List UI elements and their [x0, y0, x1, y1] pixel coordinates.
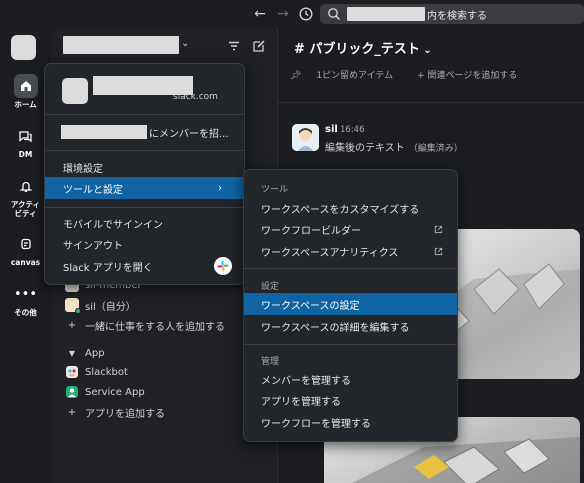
- search-bar[interactable]: 内を検索する: [320, 4, 584, 24]
- back-arrow-icon[interactable]: ←: [251, 5, 269, 23]
- app-section-header[interactable]: ▼ App: [65, 344, 105, 362]
- invite-members-item[interactable]: にメンバーを招...: [45, 121, 244, 143]
- mobile-signin-item[interactable]: モバイルでサインイン: [45, 212, 244, 234]
- add-related-page[interactable]: + 関連ページを追加する: [417, 68, 529, 81]
- service-app-icon: [65, 385, 79, 399]
- divider: [244, 344, 457, 345]
- add-people-link[interactable]: + 一緒に仕事をする人を追加する: [65, 316, 225, 334]
- customize-workspace-item[interactable]: ワークスペースをカスタマイズする: [244, 197, 457, 219]
- rail-label: canvas: [10, 258, 41, 267]
- canvas-icon: [14, 232, 38, 256]
- section-header-tools: ツール: [261, 185, 289, 195]
- avatar[interactable]: [292, 124, 319, 151]
- manage-apps-item[interactable]: アプリを管理する: [244, 389, 457, 411]
- preferences-item[interactable]: 環境設定: [45, 156, 244, 178]
- plus-icon: +: [67, 319, 77, 331]
- workspace-analytics-item[interactable]: ワークスペースアナリティクス: [244, 240, 457, 262]
- workspace-domain: slack.com: [173, 92, 218, 102]
- workspace-avatar[interactable]: [11, 35, 36, 60]
- divider: [45, 150, 244, 151]
- sidebar-app-service[interactable]: Service App: [65, 383, 145, 401]
- member-name: sil（自分）: [85, 301, 136, 313]
- dm-icon: [14, 124, 38, 148]
- rail-label: ホーム: [14, 100, 37, 109]
- workspace-menu: slack.com にメンバーを招... 環境設定 ツールと設定 › モバイルでサ…: [44, 63, 245, 285]
- tools-and-settings-item[interactable]: ツールと設定 ›: [45, 177, 244, 199]
- message-time[interactable]: 16:46: [340, 125, 365, 135]
- redacted-workspace-name: [347, 7, 425, 21]
- pinned-items[interactable]: 📌︎ 1ピン留めアイテム: [290, 68, 405, 81]
- divider: [278, 102, 584, 103]
- forward-arrow-icon[interactable]: →: [274, 5, 292, 23]
- edited-marker: （編集済み）: [408, 144, 463, 154]
- pin-icon: 📌︎: [290, 71, 302, 81]
- external-link-icon: [434, 247, 443, 255]
- add-app-link[interactable]: + アプリを追加する: [65, 403, 165, 421]
- channel-bookmarks: 📌︎ 1ピン留めアイテム + 関連ページを追加する: [290, 68, 541, 81]
- sign-out-item[interactable]: サインアウト: [45, 233, 244, 255]
- slackbot-icon: [65, 365, 79, 379]
- slack-logo-icon: [214, 257, 232, 275]
- section-header-admin: 管理: [261, 357, 280, 367]
- workspace-avatar: [62, 78, 88, 104]
- divider: [244, 268, 457, 269]
- rail-label: その他: [14, 308, 37, 317]
- workspace-settings-item[interactable]: ワークスペースの設定: [244, 293, 457, 315]
- add-people-label: 一緒に仕事をする人を追加する: [85, 321, 225, 333]
- rail-label: DM: [18, 150, 33, 159]
- redacted-workspace-name: [61, 125, 147, 139]
- section-label: App: [85, 347, 105, 359]
- edit-workspace-details-item[interactable]: ワークスペースの詳細を編集する: [244, 315, 457, 337]
- manage-workflows-item[interactable]: ワークフローを管理する: [244, 411, 457, 433]
- plus-icon: +: [67, 406, 77, 418]
- message-text: 編集後のテキスト （編集済み）: [325, 143, 463, 154]
- external-link-icon: [434, 225, 443, 233]
- divider: [45, 114, 244, 115]
- top-bar: ← → 内を検索する: [0, 0, 584, 28]
- open-slack-app-item[interactable]: Slack アプリを開く: [45, 255, 244, 277]
- sidebar-app-slackbot[interactable]: Slackbot: [65, 363, 128, 381]
- sidebar-header: ⌄: [51, 28, 278, 64]
- chevron-down-icon[interactable]: ⌄: [181, 38, 189, 49]
- search-placeholder: 内を検索する: [427, 10, 487, 22]
- chevron-right-icon: ›: [218, 182, 222, 194]
- avatar: [65, 298, 81, 314]
- add-app-label: アプリを追加する: [85, 408, 165, 420]
- home-icon: [13, 74, 38, 98]
- app-name: Slackbot: [85, 366, 128, 378]
- section-header-settings: 設定: [261, 282, 280, 292]
- sidebar-dm-self[interactable]: sil（自分）: [65, 296, 136, 314]
- compose-icon[interactable]: [251, 38, 267, 54]
- manage-members-item[interactable]: メンバーを管理する: [244, 368, 457, 390]
- app-name: Service App: [85, 386, 145, 398]
- history-icon[interactable]: [297, 5, 315, 23]
- divider: [45, 207, 244, 208]
- rail-item-more[interactable]: ••• その他: [0, 282, 51, 318]
- caret-down-icon: ▼: [68, 348, 76, 358]
- workflow-builder-item[interactable]: ワークフロービルダー: [244, 218, 457, 240]
- rail-label: アクティビティ: [10, 200, 41, 218]
- bell-icon: [14, 174, 38, 198]
- message-author[interactable]: sil: [325, 124, 338, 135]
- search-icon: [328, 8, 340, 20]
- filter-icon[interactable]: [226, 38, 242, 54]
- more-icon: •••: [13, 286, 37, 302]
- workspace-name-button[interactable]: [63, 36, 179, 54]
- channel-title[interactable]: # パブリック_テスト ⌄: [294, 38, 432, 57]
- tools-settings-submenu: ツール ワークスペースをカスタマイズする ワークフロービルダー ワークスペースア…: [243, 169, 458, 442]
